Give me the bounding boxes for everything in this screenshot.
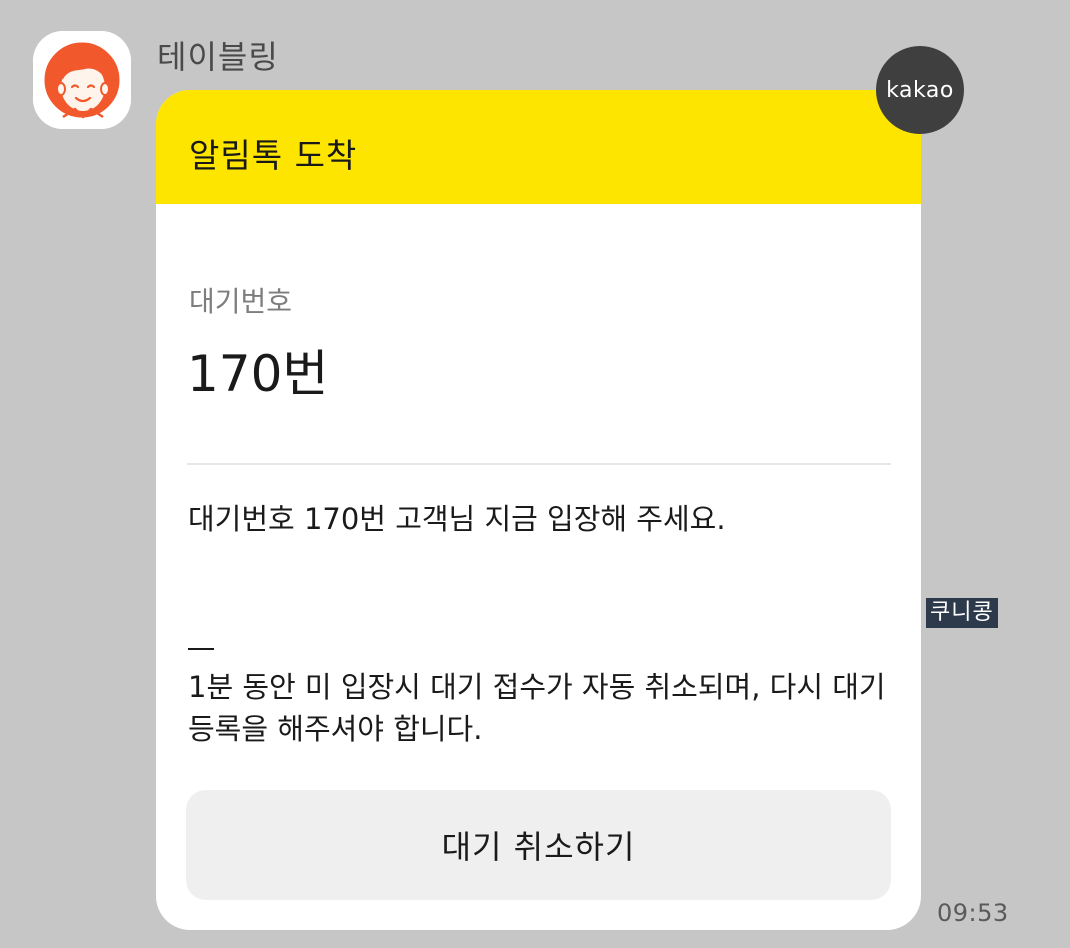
wait-number-value: 170번 [187, 345, 329, 403]
card-header-title: 알림톡 도착 [189, 136, 358, 175]
side-tag: 쿠니콩 [926, 598, 998, 628]
message-timestamp: 09:53 [937, 899, 1009, 927]
person-avatar-icon [33, 31, 131, 129]
dash-separator [188, 648, 214, 650]
alimtalk-message-card: 알림톡 도착 대기번호 170번 대기번호 170번 고객님 지금 입장해 주세… [156, 90, 921, 930]
divider [187, 463, 891, 465]
cancel-notice: 1분 동안 미 입장시 대기 접수가 자동 취소되며, 다시 대기 등록을 해주… [188, 670, 886, 746]
sender-name: 테이블링 [157, 38, 279, 76]
cancel-waiting-button[interactable]: 대기 취소하기 [186, 790, 891, 900]
kakao-badge: kakao [876, 46, 964, 134]
wait-number-label: 대기번호 [189, 285, 293, 318]
sender-avatar[interactable] [33, 31, 131, 129]
card-header: 알림톡 도착 [156, 90, 921, 204]
entry-message: 대기번호 170번 고객님 지금 입장해 주세요. [188, 502, 726, 536]
